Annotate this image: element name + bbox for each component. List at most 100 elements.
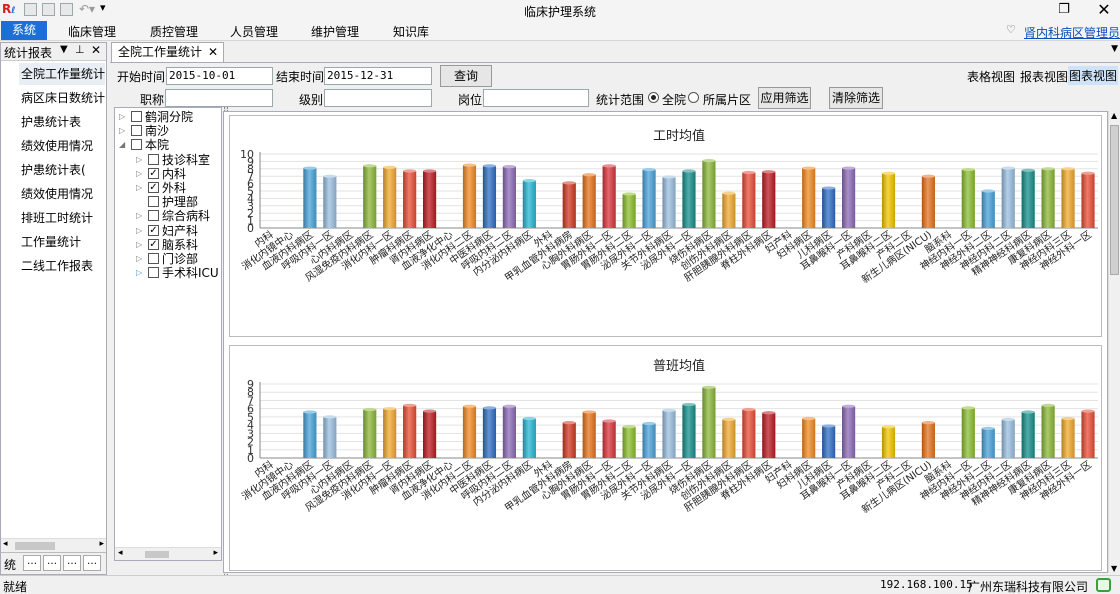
report-item[interactable]: 全院工作量统计	[19, 63, 105, 85]
bar	[1021, 411, 1035, 458]
bar	[522, 180, 536, 228]
bar	[1041, 405, 1055, 458]
bar-cap	[682, 402, 696, 407]
horizontal-scrollbar[interactable]: ◂ ▸	[1, 538, 106, 552]
bar	[722, 419, 736, 458]
scope-ward-label: 所属片区	[703, 93, 752, 107]
tree-expand-icon[interactable]: ▷	[136, 224, 144, 238]
bar	[323, 416, 337, 458]
report-item[interactable]: 绩效使用情况	[19, 135, 105, 157]
tree-expand-icon[interactable]: ▷	[136, 181, 144, 195]
title-input[interactable]	[165, 89, 273, 107]
tree-expand-icon[interactable]: ▷	[136, 266, 144, 280]
restore-icon[interactable]: ❐	[1053, 1, 1075, 19]
menu-system[interactable]: 系统	[1, 21, 47, 40]
close-window-icon[interactable]: ✕	[1093, 1, 1115, 19]
report-list-pane: 统计报表 ▼ ⊥ ✕ 全院工作量统计 病区床日数统计 护患统计表 绩效使用情况 护患统计…	[0, 42, 107, 575]
report-item[interactable]: 护患统计表(	[19, 159, 105, 181]
bar-cap	[423, 409, 437, 413]
scope-all-radio[interactable]	[648, 92, 659, 103]
start-time-input[interactable]: 2015-10-01	[166, 67, 273, 85]
tab-close-icon[interactable]: ✕	[208, 43, 218, 62]
connection-icon	[1096, 578, 1111, 592]
menu-maintenance[interactable]: 维护管理	[311, 23, 359, 40]
bar	[1021, 170, 1035, 228]
bar-cap	[363, 164, 377, 168]
menu-quality[interactable]: 质控管理	[150, 23, 198, 40]
tree-expand-icon[interactable]: ▷	[136, 252, 144, 266]
tree-checkbox[interactable]	[131, 139, 142, 151]
bar	[582, 411, 596, 458]
bar-cap	[802, 166, 816, 170]
chart-vertical-scrollbar[interactable]: ▲ ▼	[1108, 111, 1120, 573]
report-item-label: 工作量统计	[21, 235, 82, 249]
bar-cap	[403, 169, 417, 173]
tree-node-label: 护理部	[162, 195, 199, 210]
table-view-button[interactable]: 表格视图	[967, 68, 1015, 85]
menu-staff[interactable]: 人员管理	[230, 23, 278, 40]
pane-tab-stats[interactable]: 统	[4, 556, 16, 573]
report-item[interactable]: 工作量统计	[19, 231, 105, 253]
title-label: 职称	[140, 93, 165, 107]
pane-dropdown-icon[interactable]: ▼	[60, 44, 68, 55]
tree-checkbox[interactable]	[131, 111, 142, 122]
user-link[interactable]: 管理员	[1084, 24, 1120, 41]
tree-expand-icon[interactable]: ▷	[136, 209, 144, 223]
tree-checkbox[interactable]: ✓	[148, 182, 159, 193]
tree-expand-icon[interactable]: ▷	[136, 167, 144, 181]
report-view-button[interactable]: 报表视图	[1020, 68, 1068, 85]
report-item[interactable]: 二线工作报表	[19, 255, 105, 277]
tree-checkbox[interactable]	[148, 253, 159, 264]
bar-cap	[363, 407, 377, 412]
tree-checkbox[interactable]: ✓	[148, 167, 159, 179]
chart-title: 工时均值	[653, 128, 705, 144]
clear-filter-button[interactable]: 清除筛选	[829, 87, 883, 109]
bar	[303, 168, 317, 228]
bar	[662, 176, 676, 228]
bar-cap	[742, 407, 756, 412]
bar-cap	[482, 164, 497, 168]
ward-link[interactable]: 肾内科病区	[1024, 24, 1084, 41]
query-button[interactable]: 查询	[440, 65, 492, 87]
post-input[interactable]	[483, 89, 589, 107]
apply-filter-button[interactable]: 应用筛选	[758, 87, 811, 109]
menu-knowledge[interactable]: 知识库	[393, 23, 429, 40]
bar	[702, 387, 716, 458]
bar	[423, 411, 437, 458]
bar	[881, 173, 896, 228]
pin-icon[interactable]: ⊥	[75, 43, 85, 56]
menu-clinical[interactable]: 临床管理	[68, 23, 116, 40]
end-time-input[interactable]: 2015-12-31	[324, 67, 432, 85]
bar	[562, 422, 576, 458]
tree-scrollbar[interactable]: ◂ ▸	[115, 547, 221, 560]
tree-checkbox[interactable]: ✓	[148, 224, 159, 236]
tree-expand-icon[interactable]: ▷	[136, 153, 144, 167]
report-item[interactable]: 排班工时统计	[19, 207, 105, 229]
report-item[interactable]: 护患统计表	[19, 111, 105, 133]
tree-collapse-icon[interactable]: ◢	[119, 138, 127, 152]
tree-expand-icon[interactable]: ▷	[136, 238, 144, 252]
tree-checkbox[interactable]	[148, 210, 159, 222]
bar	[842, 406, 856, 458]
tab-workload-stats[interactable]: 全院工作量统计 ✕	[111, 42, 224, 62]
bar-cap	[622, 192, 636, 196]
bar-cap	[622, 425, 636, 429]
bar	[562, 182, 576, 228]
tree-checkbox[interactable]	[148, 153, 159, 165]
report-item[interactable]: 绩效使用情况	[19, 183, 105, 205]
tree-checkbox[interactable]	[148, 267, 159, 279]
tree-checkbox[interactable]	[131, 125, 142, 137]
chart-view-button[interactable]: 图表视图	[1068, 66, 1119, 85]
tree-checkbox[interactable]: ✓	[148, 238, 159, 250]
pane-close-icon[interactable]: ✕	[91, 43, 101, 57]
scope-ward-radio[interactable]	[688, 92, 699, 103]
tree-expand-icon[interactable]: ▷	[119, 124, 127, 138]
bar	[403, 171, 417, 228]
tree-expand-icon[interactable]: ▷	[119, 110, 127, 124]
bar	[822, 188, 836, 228]
post-label: 岗位	[458, 93, 483, 107]
report-item[interactable]: 病区床日数统计	[19, 87, 105, 109]
tab-list-icon[interactable]: ▼	[1111, 44, 1118, 54]
level-input[interactable]	[324, 89, 432, 107]
tree-checkbox[interactable]	[148, 196, 159, 208]
